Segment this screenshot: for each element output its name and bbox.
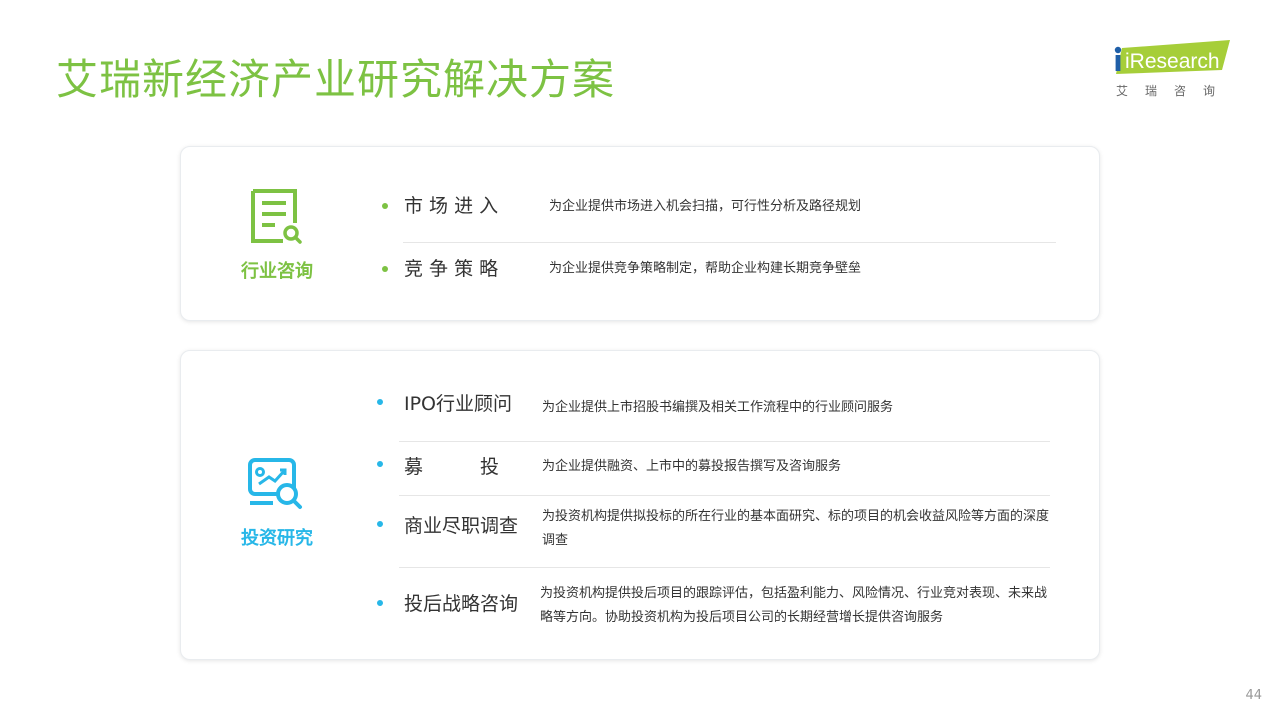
- item-desc-market-entry: 为企业提供市场进入机会扫描，可行性分析及路径规划: [549, 199, 862, 214]
- bullet-icon: [377, 521, 383, 527]
- logo-wordmark: iResearch: [1125, 50, 1220, 73]
- section-label-investment: 投资研究: [241, 528, 313, 549]
- iresearch-logo-mark: iResearch: [1114, 40, 1230, 74]
- bullet-icon: [377, 461, 383, 467]
- item-desc-ipo: 为企业提供上市招股书编撰及相关工作流程中的行业顾问服务: [542, 400, 894, 415]
- page-title: 艾瑞新经济产业研究解决方案: [56, 55, 616, 104]
- divider: [399, 441, 1050, 442]
- bullet-icon: [382, 203, 388, 209]
- page-number: 44: [1245, 688, 1262, 703]
- item-title-market-entry: 市 场 进 入: [404, 195, 499, 217]
- item-title-fundraising: 募 投: [404, 456, 500, 478]
- document-search-icon: [251, 189, 302, 244]
- iresearch-logo: iResearch 艾瑞咨询: [1112, 40, 1234, 100]
- divider: [399, 495, 1050, 496]
- item-title-post-investment: 投后战略咨询: [404, 593, 519, 615]
- divider: [399, 567, 1050, 568]
- item-desc-competition: 为企业提供竞争策略制定，帮助企业构建长期竞争壁垒: [549, 261, 862, 276]
- item-title-competition: 竞 争 策 略: [404, 258, 499, 280]
- bullet-icon: [377, 600, 383, 606]
- item-desc-fundraising: 为企业提供融资、上市中的募投报告撰写及咨询服务: [542, 459, 842, 474]
- bullet-icon: [377, 399, 383, 405]
- bullet-icon: [382, 266, 388, 272]
- card-industry-consulting: 行业咨询 市 场 进 入 为企业提供市场进入机会扫描，可行性分析及路径规划 竞 …: [180, 146, 1100, 321]
- section-label-industry: 行业咨询: [241, 261, 313, 282]
- item-title-due-diligence: 商业尽职调查: [404, 515, 519, 537]
- item-title-ipo: IPO行业顾问: [404, 393, 513, 415]
- card-investment-research: 投资研究 IPO行业顾问 为企业提供上市招股书编撰及相关工作流程中的行业顾问服务…: [180, 350, 1100, 660]
- chart-search-icon: [248, 458, 302, 509]
- item-desc-due-diligence: 为投资机构提供拟投标的所在行业的基本面研究、标的项目的机会收益风险等方面的深度调…: [542, 509, 1050, 548]
- logo-subtitle: 艾瑞咨询: [1116, 84, 1233, 98]
- divider: [403, 242, 1056, 243]
- item-desc-post-investment: 为投资机构提供投后项目的跟踪评估，包括盈利能力、风险情况、行业竞对表现、未来战略…: [540, 586, 1048, 625]
